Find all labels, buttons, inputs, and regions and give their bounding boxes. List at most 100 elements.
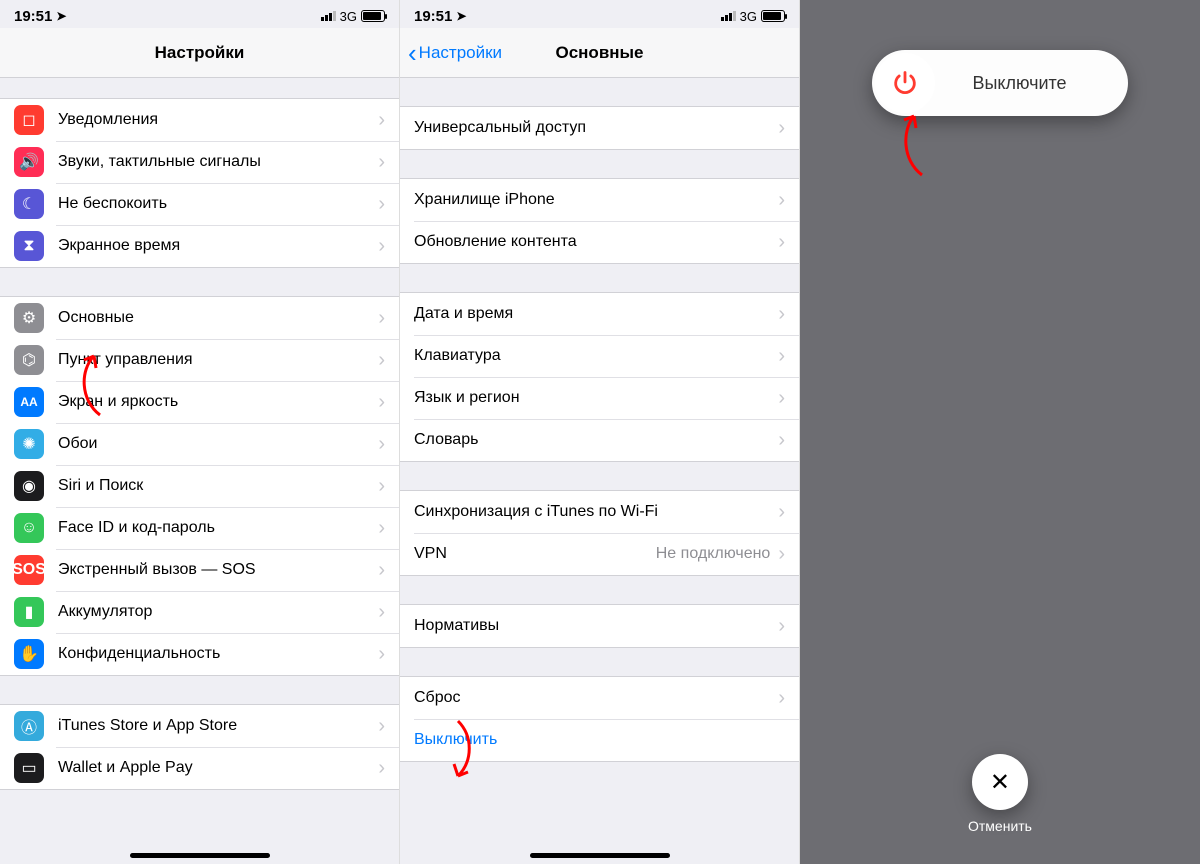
- list-row[interactable]: Клавиатура›: [400, 335, 799, 377]
- list-row[interactable]: ▭Wallet и Apple Pay›: [0, 747, 399, 789]
- list-row[interactable]: AAЭкран и яркость›: [0, 381, 399, 423]
- slide-to-power-off[interactable]: Выключите: [872, 50, 1128, 116]
- settings-root-pane: 19:51 ➤ 3G Настройки ◻︎Уведомления›🔊Звук…: [0, 0, 400, 864]
- general-pane: 19:51 ➤ 3G ‹ Настройки Основные Универса…: [400, 0, 800, 864]
- chevron-right-icon: ›: [778, 687, 785, 710]
- row-value: Не подключено: [656, 545, 771, 563]
- status-time: 19:51: [14, 8, 52, 25]
- list-row[interactable]: Язык и регион›: [400, 377, 799, 419]
- list-row[interactable]: Дата и время›: [400, 293, 799, 335]
- nav-header: Настройки: [0, 28, 399, 78]
- power-off-pane: Выключите ✕ Отменить: [800, 0, 1200, 864]
- list-row[interactable]: Синхронизация с iTunes по Wi-Fi›: [400, 491, 799, 533]
- close-icon: ✕: [990, 768, 1010, 797]
- cancel-button[interactable]: ✕: [972, 754, 1028, 810]
- chevron-right-icon: ›: [378, 643, 385, 666]
- chevron-right-icon: ›: [378, 349, 385, 372]
- list-row[interactable]: Сброс›: [400, 677, 799, 719]
- chevron-right-icon: ›: [378, 151, 385, 174]
- row-label: Словарь: [414, 431, 778, 449]
- chevron-right-icon: ›: [378, 475, 385, 498]
- status-network: 3G: [340, 9, 357, 24]
- page-title: Основные: [555, 43, 643, 63]
- chevron-right-icon: ›: [778, 189, 785, 212]
- list-row[interactable]: Обновление контента›: [400, 221, 799, 263]
- list-row[interactable]: ◻︎Уведомления›: [0, 99, 399, 141]
- list-row[interactable]: ☺︎Face ID и код-пароль›: [0, 507, 399, 549]
- list-row[interactable]: ⚙︎ Основные›: [0, 297, 399, 339]
- bell-icon: ◻︎: [14, 105, 44, 135]
- home-indicator[interactable]: [530, 853, 670, 858]
- cancel-label: Отменить: [968, 818, 1032, 834]
- power-icon[interactable]: [875, 53, 935, 113]
- list-row[interactable]: Словарь›: [400, 419, 799, 461]
- list-row[interactable]: ☾Не беспокоить›: [0, 183, 399, 225]
- row-label: Обновление контента: [414, 233, 778, 251]
- list-row[interactable]: VPNНе подключено›: [400, 533, 799, 575]
- chevron-right-icon: ›: [778, 303, 785, 326]
- location-icon: ➤: [456, 9, 466, 23]
- row-label: Дата и время: [414, 305, 778, 323]
- list-row[interactable]: ◉Siri и Поиск›: [0, 465, 399, 507]
- row-label: Экранное время: [58, 237, 378, 255]
- slide-label: Выключите: [935, 73, 1128, 94]
- row-label: Сброс: [414, 689, 778, 707]
- signal-icon: [321, 11, 336, 21]
- chevron-right-icon: ›: [378, 235, 385, 258]
- chevron-right-icon: ›: [778, 117, 785, 140]
- siri-icon: ◉: [14, 471, 44, 501]
- back-label: Настройки: [419, 43, 502, 63]
- chevron-right-icon: ›: [378, 109, 385, 132]
- faceid-icon: ☺︎: [14, 513, 44, 543]
- row-label: Клавиатура: [414, 347, 778, 365]
- battery-icon: ▮: [14, 597, 44, 627]
- battery-icon: [761, 10, 785, 22]
- nav-header: ‹ Настройки Основные: [400, 28, 799, 78]
- chevron-right-icon: ›: [378, 715, 385, 738]
- list-row[interactable]: ⧗ Экранное время›: [0, 225, 399, 267]
- row-label: Конфиденциальность: [58, 645, 378, 663]
- back-button[interactable]: ‹ Настройки: [408, 43, 502, 63]
- list-row[interactable]: Нормативы›: [400, 605, 799, 647]
- list-row[interactable]: ✋Конфиденциальность›: [0, 633, 399, 675]
- row-label: Экстренный вызов — SOS: [58, 561, 378, 579]
- annotation-arrow: [892, 110, 952, 185]
- page-title: Настройки: [155, 43, 245, 63]
- list-row[interactable]: ✺Обои›: [0, 423, 399, 465]
- list-row[interactable]: ▮ Аккумулятор›: [0, 591, 399, 633]
- sos-icon: SOS: [14, 555, 44, 585]
- list-row[interactable]: Хранилище iPhone›: [400, 179, 799, 221]
- row-label: Аккумулятор: [58, 603, 378, 621]
- chevron-right-icon: ›: [378, 307, 385, 330]
- list-row[interactable]: ⌬Пункт управления›: [0, 339, 399, 381]
- list-row[interactable]: ⒶiTunes Store и App Store›: [0, 705, 399, 747]
- chevron-right-icon: ›: [378, 517, 385, 540]
- location-icon: ➤: [56, 9, 66, 23]
- chevron-right-icon: ›: [378, 433, 385, 456]
- home-indicator[interactable]: [130, 853, 270, 858]
- row-label: Хранилище iPhone: [414, 191, 778, 209]
- status-bar: 19:51 ➤ 3G: [400, 0, 799, 28]
- list-row[interactable]: Универсальный доступ›: [400, 107, 799, 149]
- list-row[interactable]: Выключить: [400, 719, 799, 761]
- row-label: VPN: [414, 545, 656, 563]
- chevron-right-icon: ›: [778, 501, 785, 524]
- chevron-right-icon: ›: [378, 391, 385, 414]
- list-row[interactable]: SOSЭкстренный вызов — SOS›: [0, 549, 399, 591]
- status-time: 19:51: [414, 8, 452, 25]
- chevron-right-icon: ›: [378, 193, 385, 216]
- signal-icon: [721, 11, 736, 21]
- hourglass-icon: ⧗: [14, 231, 44, 261]
- row-label: Основные: [58, 309, 378, 327]
- row-label: Не беспокоить: [58, 195, 378, 213]
- list-row[interactable]: 🔊Звуки, тактильные сигналы›: [0, 141, 399, 183]
- row-label: Синхронизация с iTunes по Wi-Fi: [414, 503, 778, 521]
- chevron-right-icon: ›: [378, 757, 385, 780]
- row-label: Обои: [58, 435, 378, 453]
- general-list[interactable]: Универсальный доступ› Хранилище iPhone›О…: [400, 78, 799, 864]
- chevron-right-icon: ›: [378, 601, 385, 624]
- gear-icon: ⚙︎: [14, 303, 44, 333]
- settings-list[interactable]: ◻︎Уведомления›🔊Звуки, тактильные сигналы…: [0, 78, 399, 864]
- chevron-right-icon: ›: [778, 429, 785, 452]
- appstore-icon: Ⓐ: [14, 711, 44, 741]
